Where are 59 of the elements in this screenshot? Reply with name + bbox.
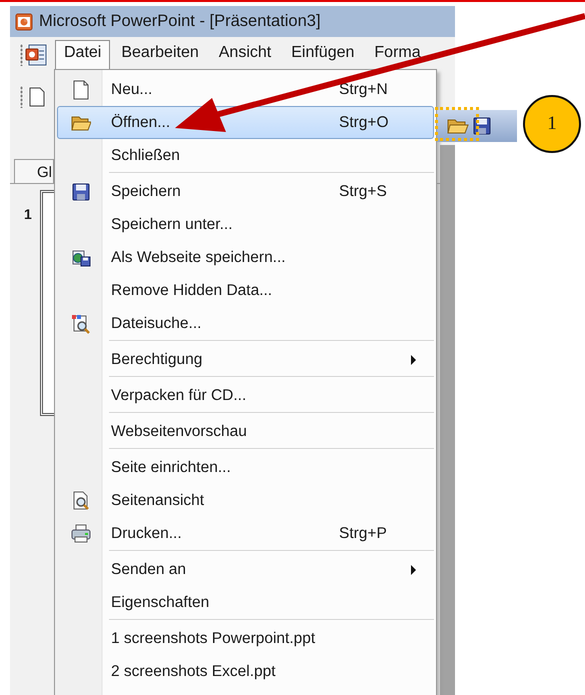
menu-label: Seitenansicht — [110, 492, 206, 510]
menu-item[interactable]: Seite einrichten... — [57, 451, 434, 484]
menu-label: Remove Hidden Data... — [110, 282, 274, 300]
printer-icon — [71, 524, 91, 544]
menu-label: Webseitenvorschau — [110, 422, 248, 440]
menu-item[interactable]: Dateisuche... — [57, 307, 434, 340]
menu-item[interactable]: Speichern unter... — [57, 208, 434, 241]
menu-label: Öffnen... — [110, 114, 172, 132]
shortcut-text: Strg+S — [339, 182, 388, 200]
menu-label: Eigenschaften — [110, 594, 210, 612]
menu-label: 2 screenshots Excel.ppt — [110, 662, 277, 680]
shortcut-text: Strg+N — [339, 80, 389, 98]
menu-item[interactable]: Öffnen... Strg+O — [57, 106, 434, 139]
menu-label: Senden an — [110, 560, 187, 578]
menu-label: Berechtigung — [110, 350, 204, 368]
menu-item[interactable]: Webseitenvorschau — [57, 415, 434, 448]
print-preview-icon — [71, 490, 91, 510]
menu-item[interactable]: Senden an — [57, 553, 434, 586]
search-icon — [71, 314, 91, 334]
menu-item[interactable]: 2 screenshots Excel.ppt — [57, 655, 434, 688]
menu-label: Seite einrichten... — [110, 458, 232, 476]
outline-tab[interactable]: Gl — [14, 159, 54, 183]
menu-label: Drucken... — [110, 524, 183, 542]
menu-item[interactable]: Seitenansicht — [57, 484, 434, 517]
menu-item[interactable]: Verpacken für CD... — [57, 379, 434, 412]
toolbar-grip[interactable] — [20, 44, 23, 66]
callout-number: 1 — [523, 95, 581, 153]
menu-item[interactable]: Remove Hidden Data... — [57, 274, 434, 307]
menu-item[interactable]: Eigenschaften — [57, 586, 434, 619]
menu-item[interactable]: Neu... Strg+N — [57, 73, 434, 106]
presentation-icon[interactable] — [25, 43, 49, 67]
menu-label: Verpacken für CD... — [110, 386, 248, 404]
slide-number: 1 — [23, 205, 32, 224]
menu-label: Dateisuche... — [110, 314, 202, 332]
presentation-icon — [15, 12, 33, 30]
menu-item[interactable]: Bearbeiten — [112, 40, 208, 70]
shortcut-text: Strg+P — [339, 524, 388, 542]
menu-label: Als Webseite speichern... — [110, 248, 287, 266]
menu-item[interactable]: Datei — [55, 40, 110, 70]
menu-item[interactable]: 1 screenshots Powerpoint.ppt — [57, 622, 434, 655]
menu-item[interactable]: Ansicht — [210, 40, 280, 70]
menu-item[interactable]: Schließen — [57, 139, 434, 172]
menu-label: Speichern unter... — [110, 216, 234, 234]
window-title: Microsoft PowerPoint - [Präsentation3] — [39, 12, 321, 31]
menu-item[interactable]: Drucken... Strg+P — [57, 517, 434, 550]
menu-item[interactable]: Als Webseite speichern... — [57, 241, 434, 274]
menu-label: Schließen — [110, 146, 181, 164]
document-icon — [71, 80, 91, 100]
menu-item[interactable]: Berechtigung — [57, 343, 434, 376]
menu-item[interactable]: Speichern Strg+S — [57, 175, 434, 208]
menu-item[interactable]: Einfügen — [282, 40, 364, 70]
toolbar-grip[interactable] — [20, 86, 23, 108]
document-icon[interactable] — [29, 87, 45, 107]
shortcut-text: Strg+O — [339, 114, 390, 132]
menu-label: 1 screenshots Powerpoint.ppt — [110, 630, 316, 648]
menu-item[interactable]: Forma — [365, 40, 430, 70]
globe-disk-icon — [71, 248, 91, 268]
menu-label: Speichern — [110, 182, 182, 200]
menu-label: Neu... — [110, 80, 154, 98]
